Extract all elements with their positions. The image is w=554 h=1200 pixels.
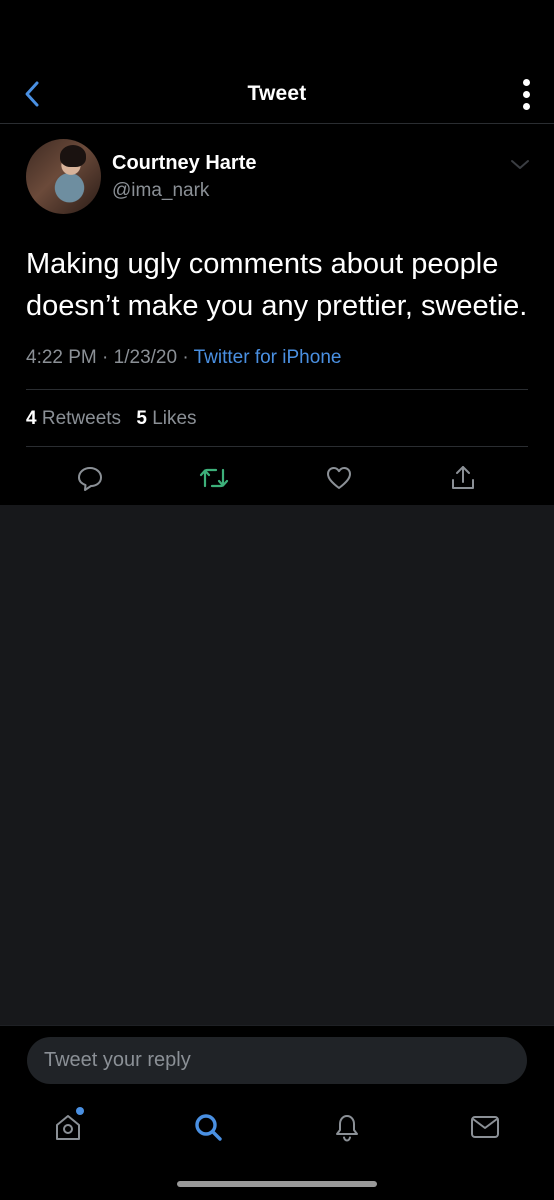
reply-icon — [78, 467, 102, 491]
heart-icon — [327, 467, 351, 489]
messages-icon — [471, 1116, 499, 1138]
tweet-text: Making ugly comments about people doesn’… — [26, 248, 528, 322]
more-options-button[interactable] — [512, 74, 540, 114]
reply-bar — [0, 1025, 554, 1093]
vertical-ellipsis-icon — [522, 78, 530, 86]
retweet-button[interactable] — [197, 461, 231, 495]
tab-home[interactable] — [48, 1107, 88, 1147]
share-icon — [452, 466, 474, 489]
chevron-down-icon — [511, 160, 529, 169]
new-content-badge — [76, 1107, 84, 1115]
tweet-options-button[interactable] — [508, 157, 532, 173]
bottom-tab-bar — [0, 1093, 554, 1200]
tab-search[interactable] — [188, 1107, 228, 1147]
avatar[interactable] — [26, 139, 101, 214]
top-bar: Tweet — [0, 62, 554, 124]
tweet-actions — [0, 461, 554, 495]
tweet-detail: Courtney Harte @ima_nark Making ugly com… — [0, 125, 554, 505]
tweet-source-link[interactable]: Twitter for iPhone — [194, 347, 342, 368]
tweet-meta: 4:22 PM · 1/23/20 · Twitter for iPhone — [26, 347, 342, 368]
divider — [26, 389, 528, 390]
reply-button[interactable] — [73, 461, 107, 495]
retweets-stat[interactable]: 4 Retweets — [26, 408, 121, 429]
retweet-icon — [199, 468, 229, 488]
author-handle[interactable]: @ima_nark — [112, 180, 209, 202]
tweet-stats: 4 Retweets 5 Likes — [26, 408, 197, 430]
share-button[interactable] — [446, 461, 480, 495]
replies-area — [0, 505, 554, 1025]
home-icon — [56, 1115, 80, 1140]
tweet-time: 4:22 PM — [26, 347, 97, 368]
author-name[interactable]: Courtney Harte — [112, 152, 256, 175]
likes-stat[interactable]: 5 Likes — [136, 408, 196, 429]
tab-notifications[interactable] — [327, 1107, 367, 1147]
divider — [26, 446, 528, 447]
home-indicator — [177, 1181, 377, 1187]
reply-input[interactable] — [27, 1037, 527, 1084]
tweet-detail-screen: Tweet Courtney Harte @ima_nark Making ug… — [0, 0, 554, 1200]
like-button[interactable] — [322, 461, 356, 495]
notifications-icon — [336, 1115, 358, 1142]
tweet-date: 1/23/20 — [113, 347, 178, 368]
search-icon — [195, 1114, 222, 1141]
tab-messages[interactable] — [465, 1107, 505, 1147]
page-title: Tweet — [247, 82, 307, 105]
